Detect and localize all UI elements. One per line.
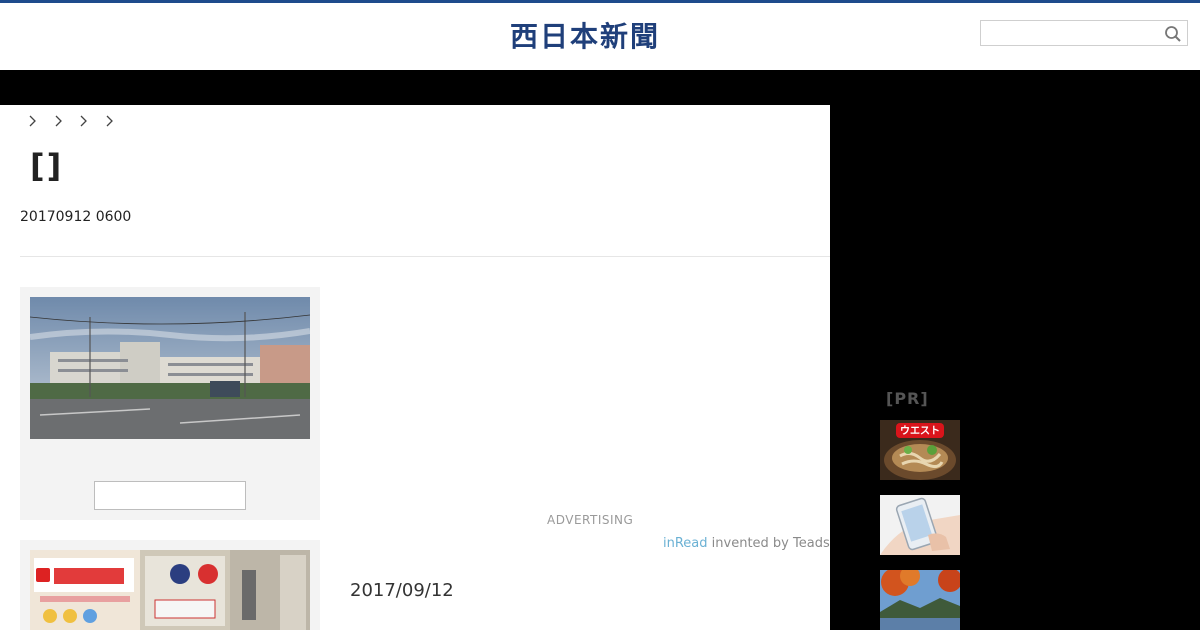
pr-thumbnail-smartphone[interactable] (880, 495, 960, 555)
inread-brand-link[interactable]: inRead (663, 536, 708, 551)
main-nav-bar[interactable] (0, 70, 1200, 105)
inread-credit[interactable]: inRead invented by Teads (663, 536, 830, 552)
caption-box[interactable] (94, 481, 246, 510)
hospital-photo[interactable] (30, 297, 310, 439)
chevron-right-icon[interactable] (52, 112, 66, 130)
chevron-right-icon[interactable] (103, 112, 117, 130)
chevron-right-icon[interactable] (77, 112, 91, 130)
photo-card (20, 540, 320, 630)
photo-card (20, 287, 320, 520)
poster-photo[interactable] (30, 550, 310, 630)
search-icon[interactable] (1164, 25, 1182, 43)
publish-date: 20170912 0600 (20, 209, 132, 225)
site-header: 西日本新聞 (0, 3, 1200, 70)
inread-credit-text: invented by Teads (707, 536, 830, 551)
search-input[interactable] (985, 24, 1159, 44)
chevron-right-icon[interactable] (26, 112, 40, 130)
advertising-label: ADVERTISING (547, 513, 634, 527)
article-date: 2017/09/12 (350, 580, 454, 601)
thumbnail-badge: ウエスト (900, 425, 940, 437)
pr-thumbnail-udon[interactable]: ウエスト (880, 420, 960, 480)
pr-thumbnail-autumn[interactable] (880, 570, 960, 630)
divider (20, 256, 830, 257)
pr-label: [PR] (886, 389, 929, 408)
site-logo[interactable]: 西日本新聞 (510, 18, 690, 56)
page-title: [] (30, 147, 64, 185)
search-box (980, 20, 1188, 46)
